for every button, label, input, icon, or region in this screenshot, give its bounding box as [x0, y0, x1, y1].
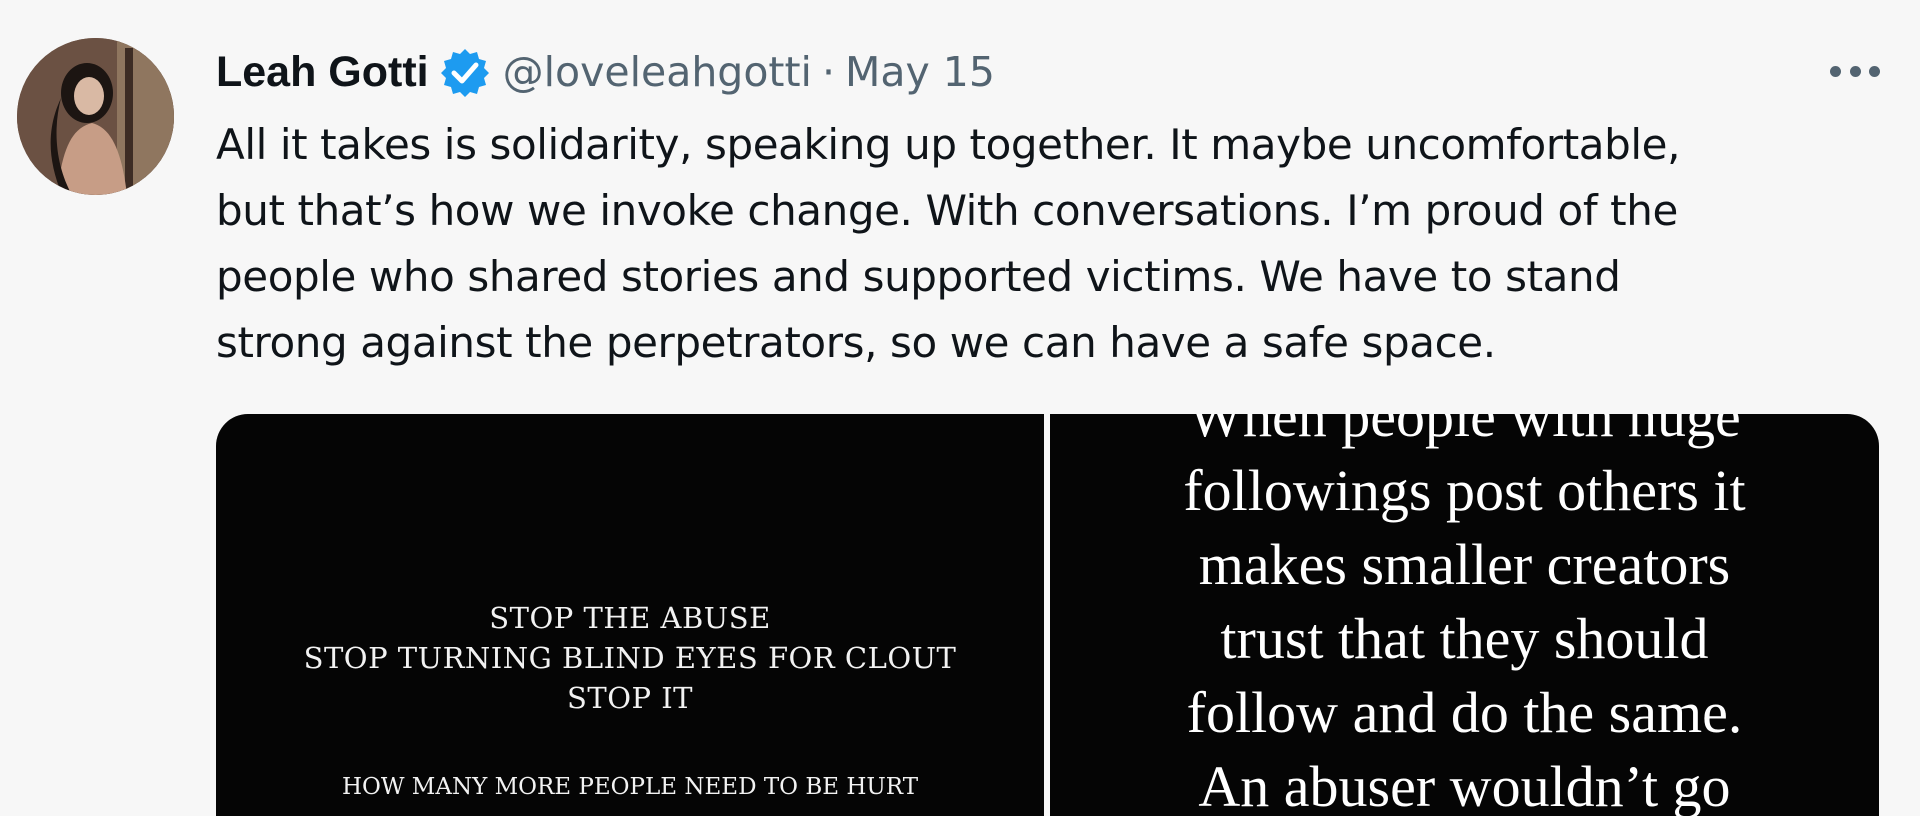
verified-badge-icon — [439, 46, 491, 98]
right-image-line: trust that they should — [1220, 606, 1709, 671]
tweet-date[interactable]: May 15 — [845, 48, 995, 96]
avatar-photo — [17, 38, 174, 195]
left-image-line: STOP THE ABUSE — [489, 601, 771, 635]
more-dot — [1830, 65, 1841, 77]
more-options-icon[interactable] — [1830, 56, 1880, 86]
right-image-line: An abuser wouldn’t go — [1198, 754, 1731, 816]
right-image-line: makes smaller creators — [1198, 532, 1731, 597]
separator-dot: · — [821, 48, 835, 96]
avatar[interactable] — [17, 38, 174, 195]
media-image-right[interactable]: When people with huge followings post ot… — [1050, 414, 1879, 816]
more-dot — [1849, 65, 1861, 77]
tweet-text: All it takes is solidarity, speaking up … — [216, 120, 1681, 367]
media-image-left[interactable]: STOP THE ABUSE STOP TURNING BLIND EYES F… — [216, 414, 1044, 816]
more-dot — [1869, 65, 1880, 77]
right-image-text: When people with huge followings post ot… — [1050, 414, 1879, 816]
right-image-line: follow and do the same. — [1186, 680, 1743, 745]
left-image-line: STOP TURNING BLIND EYES FOR CLOUT — [303, 641, 957, 675]
tweet-header: Leah Gotti @loveleahgotti · May 15 — [216, 44, 995, 100]
right-image-line: followings post others it — [1183, 458, 1746, 523]
left-image-line: STOP IT — [566, 681, 693, 715]
left-image-text: STOP THE ABUSE STOP TURNING BLIND EYES F… — [216, 598, 1044, 718]
author-name[interactable]: Leah Gotti — [216, 48, 429, 97]
left-image-small-line: HOW MANY MORE PEOPLE NEED TO BE HURT — [341, 774, 919, 800]
author-handle[interactable]: @loveleahgotti — [503, 48, 812, 96]
right-image-line: When people with huge — [1188, 414, 1741, 449]
tweet-media: STOP THE ABUSE STOP TURNING BLIND EYES F… — [216, 414, 1879, 816]
